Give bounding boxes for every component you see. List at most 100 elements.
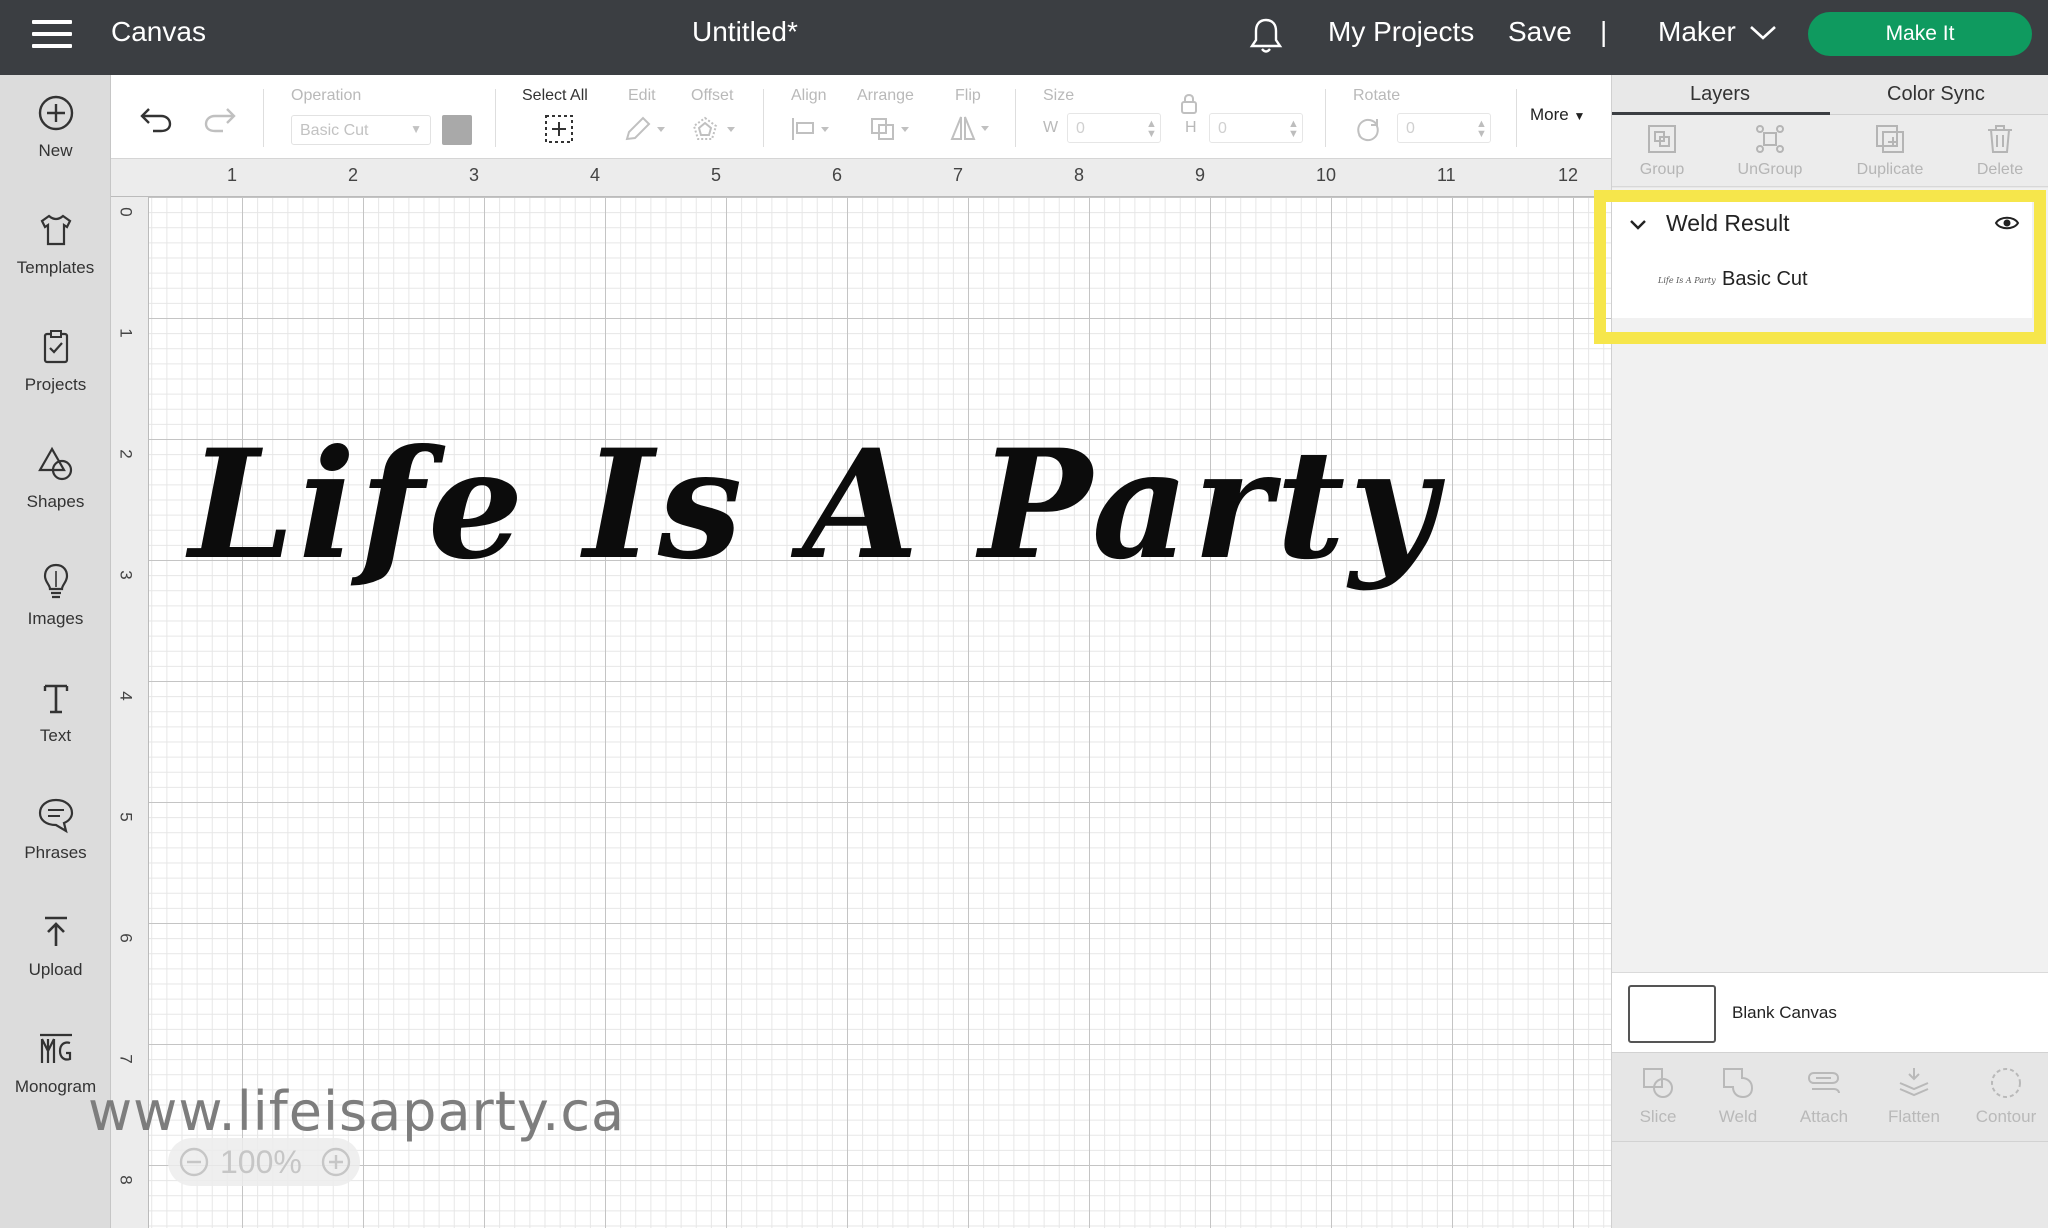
plus-circle-icon <box>38 95 73 131</box>
arrange-label: Arrange <box>857 87 914 104</box>
height-value: 0 <box>1218 120 1227 137</box>
contour-label: Contour <box>1975 1107 2037 1126</box>
ruler-tick-label: 6 <box>116 933 136 943</box>
attach-button[interactable]: Attach <box>1784 1065 1864 1127</box>
header-separator: | <box>1600 16 1608 47</box>
width-stepper[interactable]: ▲ ▼ <box>1146 119 1157 140</box>
lock-icon[interactable] <box>1179 93 1199 115</box>
rotate-icon[interactable] <box>1353 115 1383 145</box>
sidebar-item-upload[interactable]: Upload <box>0 912 111 1008</box>
ruler-tick-label: 2 <box>116 449 136 459</box>
ruler-tick-label: 9 <box>1195 165 1206 185</box>
sidebar-item-label: Upload <box>28 960 83 979</box>
sidebar-item-label: Templates <box>16 258 95 277</box>
delete-label: Delete <box>1976 161 2024 178</box>
text-icon <box>43 684 68 714</box>
slice-button[interactable]: Slice <box>1626 1065 1690 1127</box>
design-text-object[interactable]: Life Is A Party <box>189 417 1441 593</box>
bell-icon[interactable] <box>1248 16 1284 56</box>
color-swatch[interactable] <box>442 115 472 145</box>
sidebar-item-label: New <box>38 141 73 160</box>
rotate-label: Rotate <box>1353 87 1401 104</box>
document-title[interactable]: Untitled* <box>692 16 798 48</box>
sidebar-item-label: Shapes <box>26 492 85 511</box>
highlight-box <box>1594 190 2046 344</box>
sidebar-item-new[interactable]: New <box>0 93 111 189</box>
machine-select[interactable]: Maker <box>1658 16 1736 48</box>
height-stepper[interactable]: ▲ ▼ <box>1288 119 1299 140</box>
tab-color-sync[interactable]: Color Sync <box>1887 83 1985 106</box>
app-title: Canvas <box>111 16 206 47</box>
weld-button[interactable]: Weld <box>1706 1065 1770 1127</box>
monogram-icon <box>39 1033 72 1063</box>
redo-icon[interactable] <box>203 105 237 133</box>
save-button[interactable]: Save <box>1508 16 1572 48</box>
sidebar-item-label: Text <box>39 726 72 745</box>
make-it-button[interactable]: Make It <box>1808 12 2032 56</box>
ruler-tick-label: 3 <box>116 570 136 580</box>
sidebar-item-images[interactable]: Images <box>0 561 111 657</box>
ruler-tick-label: 4 <box>116 691 136 701</box>
align-icon[interactable] <box>789 115 835 143</box>
combine-tools: Slice Weld Attach Flatten Contour <box>1612 1052 2048 1142</box>
ruler-tick-label: 5 <box>711 165 722 185</box>
hamburger-icon[interactable] <box>32 20 72 52</box>
zoom-in-icon[interactable] <box>320 1146 352 1178</box>
my-projects-link[interactable]: My Projects <box>1328 16 1474 48</box>
watermark-text: www.lifeisaparty.ca <box>88 1080 626 1143</box>
offset-icon[interactable] <box>691 115 739 143</box>
offset-label: Offset <box>691 87 734 104</box>
ruler-tick-label: 8 <box>1074 165 1085 185</box>
ungroup-button[interactable]: UnGroup <box>1724 123 1816 179</box>
ungroup-icon <box>1756 125 1784 153</box>
flatten-button[interactable]: Flatten <box>1874 1065 1954 1127</box>
group-button[interactable]: Group <box>1626 123 1698 179</box>
more-menu[interactable]: More ▼ <box>1530 105 1585 125</box>
sidebar-item-text[interactable]: Text <box>0 678 111 774</box>
operation-value: Basic Cut <box>300 122 369 139</box>
ruler-tick-label: 3 <box>469 165 480 185</box>
ruler-tick-label: 8 <box>116 1175 136 1185</box>
shirt-icon <box>40 214 71 246</box>
top-bar: Canvas Untitled* My Projects Save | Make… <box>0 0 2048 75</box>
blank-canvas-row[interactable]: Blank Canvas <box>1612 972 2048 1052</box>
sidebar-item-shapes[interactable]: Shapes <box>0 444 111 540</box>
shapes-icon <box>37 446 72 481</box>
upload-icon <box>44 916 67 946</box>
clipboard-icon <box>43 330 68 364</box>
trash-icon <box>1988 125 2012 153</box>
group-label: Group <box>1639 161 1685 178</box>
sidebar-item-phrases[interactable]: Phrases <box>0 795 111 891</box>
weld-label: Weld <box>1718 1107 1758 1126</box>
size-label: Size <box>1043 87 1075 104</box>
operation-select[interactable]: Basic Cut ▼ <box>291 115 431 145</box>
flip-icon[interactable] <box>949 113 995 143</box>
ungroup-label: UnGroup <box>1737 161 1803 178</box>
duplicate-icon <box>1876 125 1904 153</box>
rotate-value: 0 <box>1406 120 1415 137</box>
undo-icon[interactable] <box>139 105 173 133</box>
select-all-label: Select All <box>522 87 588 104</box>
duplicate-button[interactable]: Duplicate <box>1844 123 1936 179</box>
flatten-label: Flatten <box>1888 1107 1940 1126</box>
canvas-color-swatch[interactable] <box>1628 985 1716 1043</box>
rotate-stepper[interactable]: ▲ ▼ <box>1476 119 1487 140</box>
sidebar-item-projects[interactable]: Projects <box>0 327 111 423</box>
contour-button[interactable]: Contour <box>1964 1065 2048 1127</box>
design-canvas[interactable]: Life Is A Party <box>149 197 1611 1228</box>
height-label: H <box>1185 119 1197 136</box>
width-label: W <box>1043 119 1059 136</box>
delete-button[interactable]: Delete <box>1964 123 2036 179</box>
select-all-icon[interactable] <box>543 113 575 145</box>
pencil-icon[interactable] <box>623 115 669 143</box>
duplicate-label: Duplicate <box>1856 161 1924 178</box>
chevron-down-icon[interactable] <box>1748 22 1778 42</box>
edit-toolbar: Operation Basic Cut ▼ Select All Edit Of… <box>111 75 1611 159</box>
arrange-icon[interactable] <box>869 115 915 143</box>
contour-icon <box>1991 1068 2021 1098</box>
zoom-out-icon[interactable] <box>178 1146 210 1178</box>
tab-layers[interactable]: Layers <box>1690 83 1750 106</box>
ruler-tick-label: 2 <box>348 165 359 185</box>
ruler-tick-label: 12 <box>1558 165 1579 185</box>
sidebar-item-templates[interactable]: Templates <box>0 210 111 306</box>
